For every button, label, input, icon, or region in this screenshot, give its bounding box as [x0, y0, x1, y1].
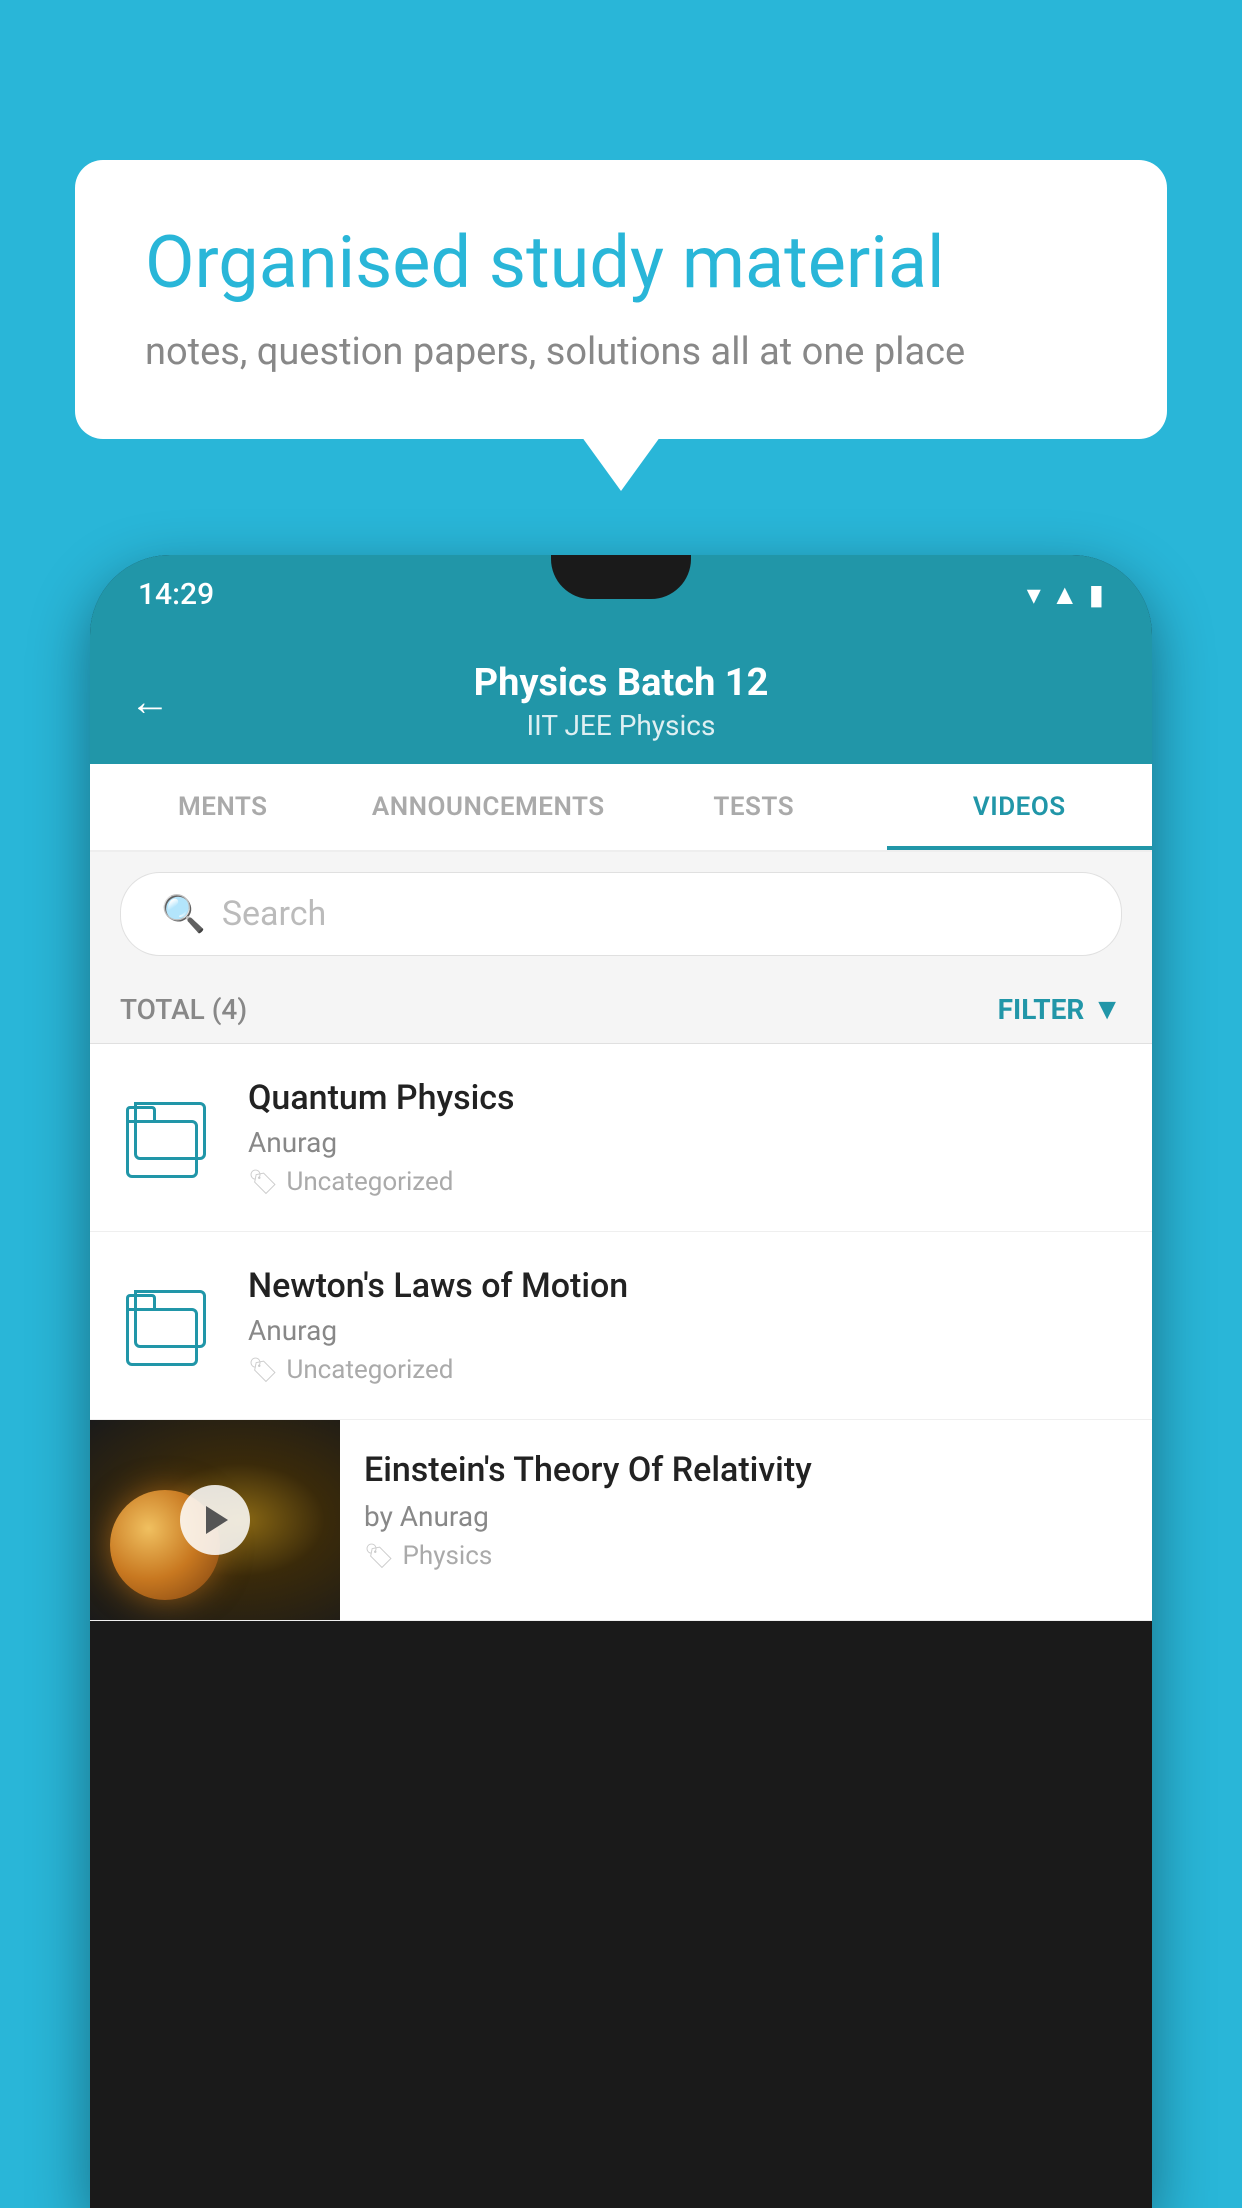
tag-label: Physics: [402, 1541, 492, 1571]
wifi-icon: ▾: [1027, 578, 1041, 611]
subline: notes, question papers, solutions all at…: [145, 330, 1097, 374]
filter-label: FILTER: [998, 993, 1085, 1026]
video-tag: 🏷 Physics: [364, 1541, 1128, 1571]
headline: Organised study material: [145, 220, 1097, 306]
content-area: Quantum Physics Anurag 🏷 Uncategorized: [90, 1044, 1152, 1621]
search-input[interactable]: 🔍 Search: [120, 872, 1122, 956]
tag-label: Uncategorized: [286, 1167, 453, 1197]
tag-icon: 🏷: [248, 1168, 278, 1196]
tab-tests[interactable]: TESTS: [621, 764, 887, 850]
folder-back-tab: [134, 1290, 164, 1293]
folder-icon: [126, 1098, 214, 1178]
list-item[interactable]: Quantum Physics Anurag 🏷 Uncategorized: [90, 1044, 1152, 1232]
play-icon: [206, 1506, 228, 1534]
filter-icon: ▼: [1092, 992, 1122, 1027]
tag-icon: 🏷: [248, 1356, 278, 1384]
video-title: Einstein's Theory Of Relativity: [364, 1450, 1128, 1490]
search-icon: 🔍: [161, 893, 206, 935]
folder-front-tab: [126, 1106, 156, 1120]
folder-front: [126, 1120, 198, 1178]
video-author: Anurag: [248, 1314, 1122, 1347]
list-item[interactable]: Newton's Laws of Motion Anurag 🏷 Uncateg…: [90, 1232, 1152, 1420]
tag-icon: 🏷: [364, 1542, 394, 1570]
video-tag: 🏷 Uncategorized: [248, 1167, 1122, 1197]
phone-frame: 14:29 ▾ ▲ ▮ ← Physics Batch 12 IIT JEE P…: [90, 555, 1152, 2208]
total-count: TOTAL (4): [120, 993, 247, 1026]
tab-ments[interactable]: MENTS: [90, 764, 356, 850]
video-author: by Anurag: [364, 1500, 1128, 1533]
folder-icon: [126, 1286, 214, 1366]
batch-title: Physics Batch 12: [474, 661, 769, 705]
folder-front: [126, 1308, 198, 1366]
battery-icon: ▮: [1089, 578, 1104, 611]
back-button[interactable]: ←: [130, 678, 170, 725]
folder-icon-container: [120, 1276, 220, 1376]
speech-bubble: Organised study material notes, question…: [75, 160, 1167, 439]
tab-announcements[interactable]: ANNOUNCEMENTS: [356, 764, 622, 850]
thumbnail-container: [90, 1420, 340, 1620]
app-header: ← Physics Batch 12 IIT JEE Physics: [90, 633, 1152, 764]
tag-label: Uncategorized: [286, 1355, 453, 1385]
item-info: Newton's Laws of Motion Anurag 🏷 Uncateg…: [248, 1266, 1122, 1385]
play-button[interactable]: [180, 1485, 250, 1555]
video-title: Newton's Laws of Motion: [248, 1266, 1122, 1306]
batch-subtitle: IIT JEE Physics: [474, 709, 769, 742]
search-placeholder: Search: [222, 894, 326, 934]
video-title: Quantum Physics: [248, 1078, 1122, 1118]
signal-icon: ▲: [1051, 578, 1079, 611]
folder-back-tab: [134, 1102, 164, 1105]
video-tag: 🏷 Uncategorized: [248, 1355, 1122, 1385]
thumb-info: Einstein's Theory Of Relativity by Anura…: [340, 1420, 1152, 1601]
item-info: Quantum Physics Anurag 🏷 Uncategorized: [248, 1078, 1122, 1197]
status-bar: 14:29 ▾ ▲ ▮: [90, 555, 1152, 633]
tab-bar: MENTS ANNOUNCEMENTS TESTS VIDEOS: [90, 764, 1152, 852]
folder-icon-container: [120, 1088, 220, 1188]
folder-front-tab: [126, 1294, 156, 1308]
tab-videos[interactable]: VIDEOS: [887, 764, 1153, 850]
status-icons: ▾ ▲ ▮: [1027, 578, 1104, 611]
app-background: Organised study material notes, question…: [0, 0, 1242, 2208]
search-bar-container: 🔍 Search: [90, 852, 1152, 976]
status-time: 14:29: [138, 577, 214, 612]
video-author: Anurag: [248, 1126, 1122, 1159]
filter-button[interactable]: FILTER ▼: [998, 992, 1122, 1027]
header-title: Physics Batch 12 IIT JEE Physics: [474, 661, 769, 742]
filter-bar: TOTAL (4) FILTER ▼: [90, 976, 1152, 1044]
list-item-thumb[interactable]: Einstein's Theory Of Relativity by Anura…: [90, 1420, 1152, 1621]
